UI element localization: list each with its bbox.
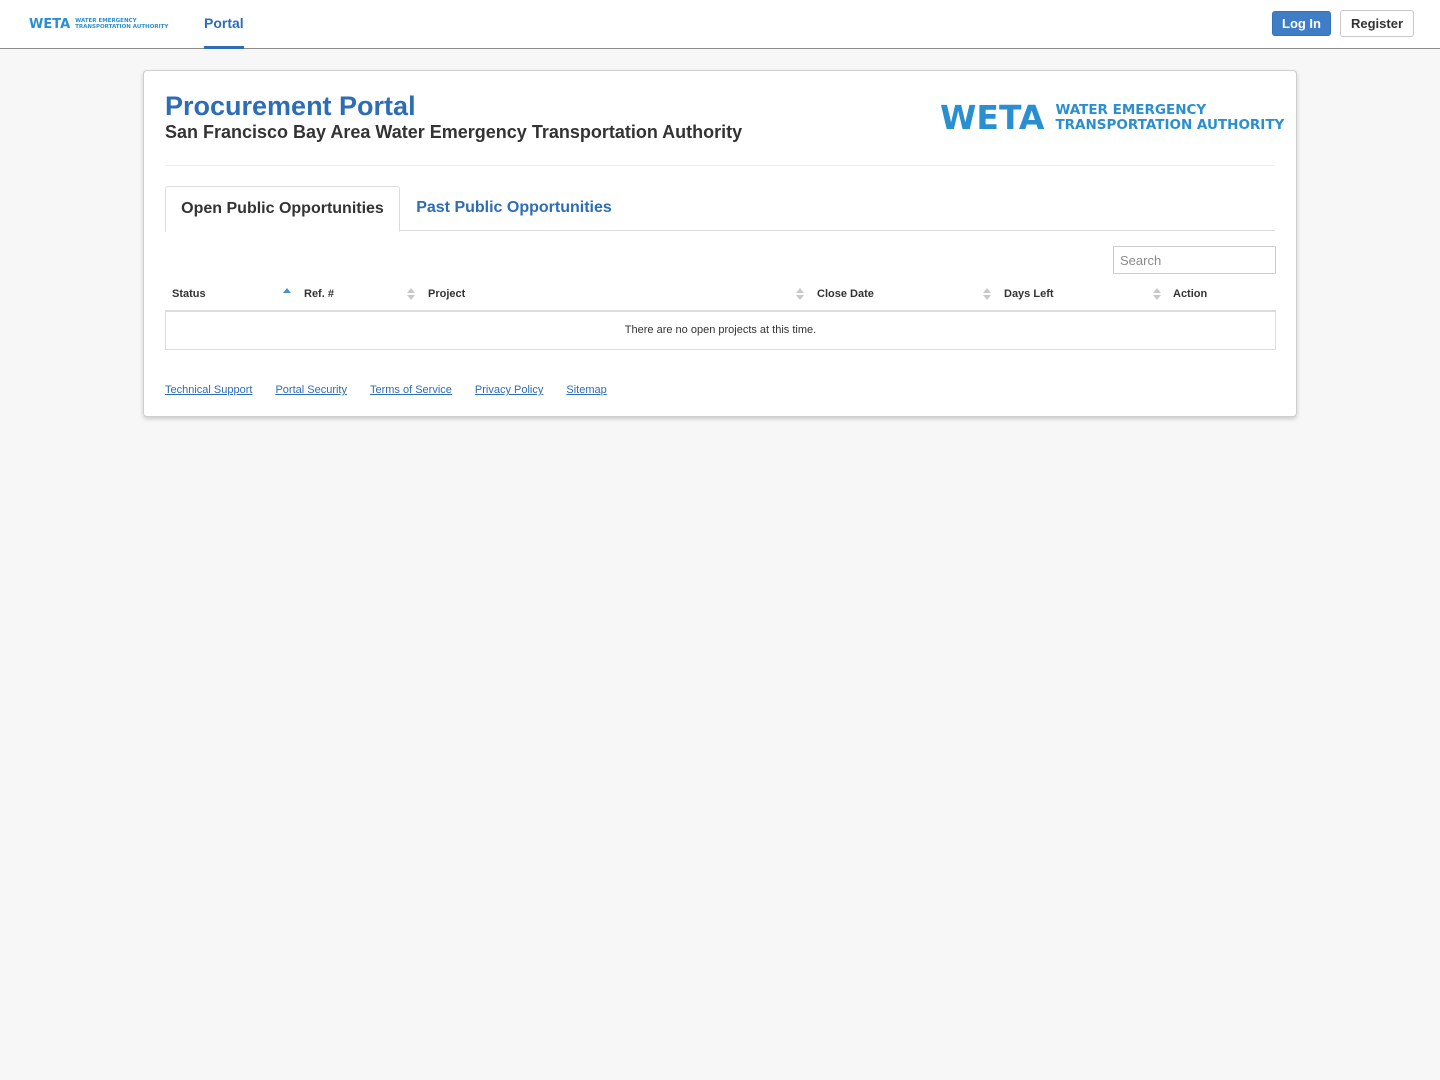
procurement-card: Procurement Portal San Francisco Bay Are… xyxy=(143,70,1297,417)
logo-line-2: Transportation Authority xyxy=(75,24,169,30)
column-header-status[interactable]: Status xyxy=(172,282,206,306)
footer-links: Technical Support Portal Security Terms … xyxy=(165,384,607,398)
header-logo-text: Water Emergency Transportation Authority xyxy=(1055,103,1284,133)
search-input[interactable] xyxy=(1113,246,1276,274)
footer-link-portal-security[interactable]: Portal Security xyxy=(275,384,347,398)
footer-link-technical-support[interactable]: Technical Support xyxy=(165,384,252,398)
register-button[interactable]: Register xyxy=(1340,10,1414,37)
logo-text: Water Emergency Transportation Authority xyxy=(75,18,168,30)
header-logo-line-1: Water Emergency xyxy=(1055,102,1207,118)
footer-link-privacy-policy[interactable]: Privacy Policy xyxy=(475,384,543,398)
nav-tab-portal[interactable]: Portal xyxy=(204,0,244,49)
tab-open-opportunities[interactable]: Open Public Opportunities xyxy=(165,186,400,232)
page-title: Procurement Portal xyxy=(165,91,416,121)
column-header-days-left[interactable]: Days Left xyxy=(1004,282,1054,306)
footer-link-sitemap[interactable]: Sitemap xyxy=(566,384,606,398)
sort-icon[interactable] xyxy=(796,288,804,300)
weta-header-logo: WETA Water Emergency Transportation Auth… xyxy=(940,101,1284,135)
login-button[interactable]: Log In xyxy=(1272,11,1331,36)
sort-icon[interactable] xyxy=(1153,288,1161,300)
tab-past-opportunities[interactable]: Past Public Opportunities xyxy=(401,186,627,230)
weta-logo[interactable]: WETA Water Emergency Transportation Auth… xyxy=(29,15,168,33)
page-subtitle: San Francisco Bay Area Water Emergency T… xyxy=(165,122,743,142)
column-header-ref[interactable]: Ref. # xyxy=(304,282,334,306)
header-logo-mark: WETA xyxy=(940,98,1045,137)
header-logo-line-2: Transportation Authority xyxy=(1055,117,1285,133)
sort-icon[interactable] xyxy=(983,288,991,300)
header-divider xyxy=(165,165,1275,166)
column-header-project[interactable]: Project xyxy=(428,282,465,306)
logo-mark: WETA xyxy=(29,16,71,32)
column-header-close-date[interactable]: Close Date xyxy=(817,282,874,306)
sort-icon[interactable] xyxy=(407,288,415,300)
footer-link-terms-of-service[interactable]: Terms of Service xyxy=(370,384,452,398)
table-empty-message: There are no open projects at this time. xyxy=(165,311,1276,350)
top-navbar: WETA Water Emergency Transportation Auth… xyxy=(0,0,1440,49)
sort-ascending-icon[interactable] xyxy=(283,288,291,300)
column-header-action: Action xyxy=(1173,288,1208,300)
